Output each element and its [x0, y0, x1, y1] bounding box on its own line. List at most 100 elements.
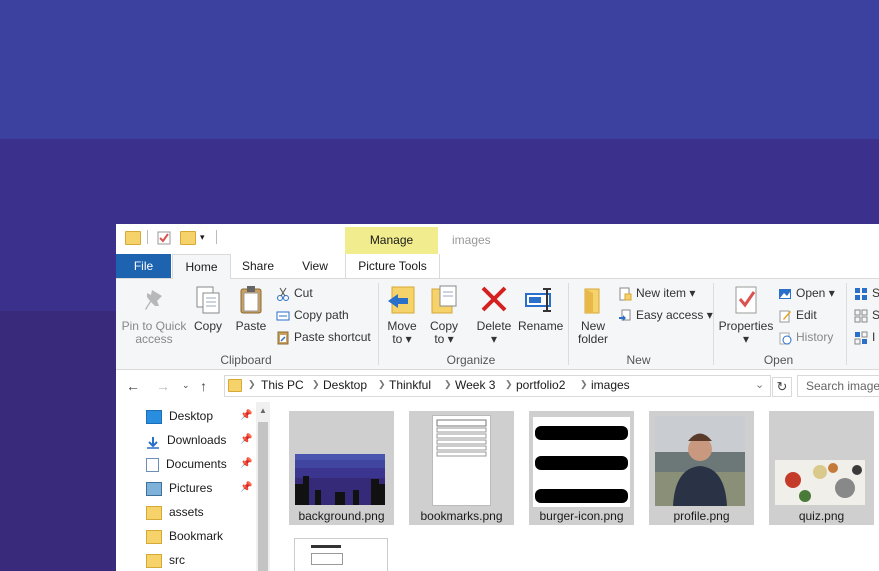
chevron-right-icon[interactable]: ❯: [312, 379, 320, 390]
file-item-burger-icon[interactable]: burger-icon.png: [529, 411, 634, 525]
file-item-partial[interactable]: [294, 538, 388, 571]
up-arrow-icon[interactable]: ↑: [200, 378, 207, 394]
folder-icon: [146, 529, 162, 544]
nav-item-documents[interactable]: Documents: [146, 454, 227, 474]
scroll-up-arrow-icon[interactable]: ▲: [259, 406, 267, 415]
file-name: burger-icon.png: [539, 509, 624, 523]
tab-picture-tools[interactable]: Picture Tools: [345, 254, 440, 278]
easy-access-label: Easy access ▾: [636, 308, 713, 322]
file-item-background[interactable]: background.png: [289, 411, 394, 525]
tab-view[interactable]: View: [296, 254, 334, 278]
nav-scrollbar[interactable]: ▲: [256, 402, 270, 571]
select-none-button[interactable]: S: [854, 305, 879, 325]
clipboard-group-label: Clipboard: [220, 353, 272, 367]
nav-item-label: src: [169, 553, 185, 567]
address-dropdown-chevron-icon[interactable]: ⌄: [755, 378, 764, 391]
copy-button[interactable]: Copy: [192, 284, 224, 333]
properties-icon: [730, 284, 762, 316]
rename-icon: [524, 284, 556, 316]
quick-access-folder-icon[interactable]: [125, 231, 141, 245]
file-item-quiz[interactable]: quiz.png: [769, 411, 874, 525]
rename-button[interactable]: Rename: [518, 284, 564, 333]
copy-to-button[interactable]: Copy to ▾: [426, 284, 462, 346]
properties-dropdown-arrow[interactable]: ▾: [718, 333, 774, 346]
properties-check-icon[interactable]: [157, 231, 171, 248]
new-item-button[interactable]: New item ▾: [618, 283, 695, 303]
ribbon-separator: [846, 283, 847, 365]
refresh-icon[interactable]: ↻: [772, 377, 792, 397]
chevron-right-icon[interactable]: ❯: [580, 379, 588, 390]
tab-file[interactable]: File: [116, 254, 171, 278]
invert-selection-label: I: [872, 330, 876, 344]
breadcrumb-this-pc[interactable]: This PC: [261, 378, 304, 392]
open-group-label: Open: [763, 353, 794, 367]
pin-icon[interactable]: 📌: [240, 410, 252, 421]
paste-icon: [235, 284, 267, 316]
forward-arrow-icon[interactable]: →: [156, 378, 170, 394]
file-item-profile[interactable]: profile.png: [649, 411, 754, 525]
copy-label: Copy: [193, 319, 222, 333]
breadcrumb-images[interactable]: images: [591, 378, 630, 392]
back-arrow-icon[interactable]: ←: [126, 378, 140, 394]
tab-share[interactable]: Share: [238, 254, 278, 278]
new-folder-quick-icon[interactable]: [180, 231, 196, 245]
delete-dropdown-arrow[interactable]: ▾: [474, 333, 514, 346]
nav-item-bookmark[interactable]: Bookmark: [146, 526, 223, 546]
chevron-right-icon[interactable]: ❯: [378, 379, 386, 390]
cut-button[interactable]: Cut: [276, 283, 313, 303]
edit-button[interactable]: Edit: [778, 305, 817, 325]
manage-context-tab[interactable]: Manage: [345, 227, 438, 254]
paste-shortcut-button[interactable]: Paste shortcut: [276, 327, 371, 347]
copy-path-button[interactable]: Copy path: [276, 305, 349, 325]
easy-access-button[interactable]: Easy access ▾: [618, 305, 713, 325]
nav-item-downloads[interactable]: Downloads: [146, 430, 226, 450]
nav-item-pictures[interactable]: Pictures: [146, 478, 212, 498]
search-input[interactable]: Search images: [797, 375, 879, 397]
pictures-icon: [146, 481, 162, 496]
breadcrumb-portfolio2[interactable]: portfolio2: [516, 378, 565, 392]
rename-label: Rename: [518, 319, 564, 333]
open-label: Open ▾: [796, 286, 835, 300]
pin-icon[interactable]: 📌: [240, 458, 252, 469]
file-item-bookmarks[interactable]: bookmarks.png: [409, 411, 514, 525]
tab-home[interactable]: Home: [172, 254, 231, 279]
pin-icon[interactable]: 📌: [240, 434, 252, 445]
paste-shortcut-icon: [276, 331, 290, 345]
pin-icon[interactable]: 📌: [240, 482, 252, 493]
navigation-pane: Desktop 📌 Downloads 📌 Documents 📌 Pictur…: [116, 402, 271, 571]
breadcrumb-thinkful[interactable]: Thinkful: [389, 378, 431, 392]
chevron-right-icon[interactable]: ❯: [248, 379, 256, 390]
properties-button[interactable]: Properties ▾: [718, 284, 774, 346]
pin-quick-access-button[interactable]: Pin to Quick access: [120, 284, 188, 346]
paste-button[interactable]: Paste: [233, 284, 269, 333]
recent-locations-chevron-icon[interactable]: ⌄: [182, 380, 190, 391]
file-name: profile.png: [673, 509, 730, 523]
breadcrumb[interactable]: ❯ This PC ❯ Desktop ❯ Thinkful ❯ Week 3 …: [224, 375, 771, 397]
history-button[interactable]: History: [778, 327, 833, 347]
chevron-right-icon[interactable]: ❯: [505, 379, 513, 390]
nav-item-desktop[interactable]: Desktop: [146, 406, 213, 426]
open-button[interactable]: Open ▾: [778, 283, 835, 303]
file-explorer-window: ▾ Manage images File Home Share View Pic…: [116, 224, 879, 571]
breadcrumb-desktop[interactable]: Desktop: [323, 378, 367, 392]
move-to-button[interactable]: Move to ▾: [384, 284, 420, 346]
paste-shortcut-label: Paste shortcut: [294, 330, 371, 344]
breadcrumb-week3[interactable]: Week 3: [455, 378, 495, 392]
pin-icon: [138, 284, 170, 316]
nav-item-label: assets: [169, 505, 204, 519]
delete-button[interactable]: Delete ▾: [474, 284, 514, 346]
open-icon: [778, 287, 792, 301]
copy-to-label-line2: to ▾: [434, 332, 454, 346]
invert-selection-button[interactable]: I: [854, 327, 875, 347]
new-folder-button[interactable]: New folder: [574, 284, 612, 346]
nav-item-src[interactable]: src: [146, 550, 185, 570]
download-arrow-icon: [146, 435, 160, 449]
select-all-button[interactable]: S: [854, 283, 879, 303]
address-bar-row: ← → ⌄ ↑ ❯ This PC ❯ Desktop ❯ Thinkful ❯…: [116, 371, 879, 401]
customize-toolbar-chevron-icon[interactable]: ▾: [200, 232, 205, 243]
copy-path-label: Copy path: [294, 308, 349, 322]
file-list: background.png bookmarks.png burger-icon…: [282, 402, 879, 571]
nav-item-assets[interactable]: assets: [146, 502, 204, 522]
chevron-right-icon[interactable]: ❯: [444, 379, 452, 390]
scrollbar-thumb[interactable]: [258, 422, 268, 571]
